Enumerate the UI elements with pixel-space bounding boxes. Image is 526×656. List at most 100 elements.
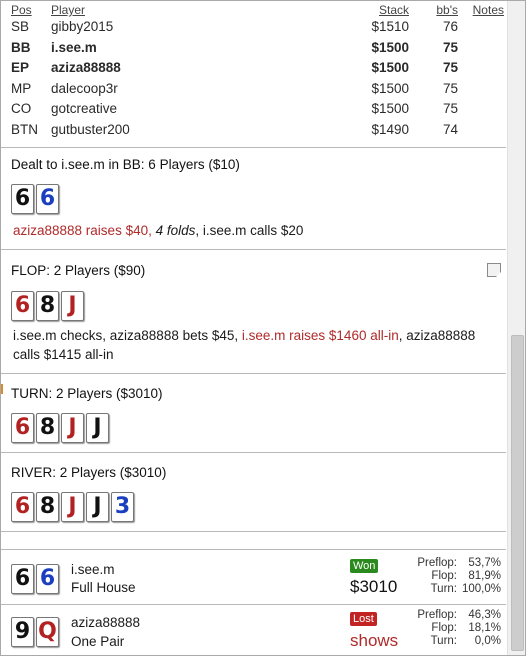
card-heart: J: [61, 413, 84, 443]
row-pos: BTN: [11, 121, 38, 137]
action-raise: aziza88888 raises $40,: [13, 223, 152, 238]
flop-title: FLOP: 2 Players ($90): [11, 263, 146, 278]
table-row[interactable]: MP dalecoop3r $1500 75: [1, 79, 506, 100]
player-table: Pos Player Stack bb's Notes SB gibby2015…: [1, 1, 506, 140]
result-amount: $3010: [350, 577, 398, 596]
card-heart: J: [61, 492, 84, 522]
river-title: RIVER: 2 Players ($3010): [11, 465, 167, 480]
flop-action: i.see.m checks, aziza88888 bets $45, i.s…: [13, 326, 483, 364]
action-raise: i.see.m raises $1460 all-in: [241, 328, 399, 343]
card-heart: 6: [11, 291, 34, 321]
header-player[interactable]: Player: [51, 3, 85, 17]
hand-content: Pos Player Stack bb's Notes SB gibby2015…: [1, 1, 506, 655]
row-pos: EP: [11, 60, 30, 75]
divider: [1, 373, 506, 374]
card-spade: 8: [36, 413, 59, 443]
stat-label: Preflop:: [417, 609, 457, 621]
hole-cards: 66: [11, 184, 59, 214]
note-icon[interactable]: [487, 263, 501, 277]
row-player: i.see.m: [51, 39, 97, 55]
result-player-name: i.see.m: [71, 562, 115, 577]
stat-value: 18,1%: [468, 622, 501, 634]
table-row[interactable]: BB i.see.m $1500 75: [1, 38, 506, 59]
table-header: Pos Player Stack bb's Notes: [1, 1, 506, 17]
card-heart: 6: [11, 492, 34, 522]
vertical-scrollbar[interactable]: [507, 1, 525, 655]
flop-cards: 68J: [11, 291, 84, 321]
header-pos[interactable]: Pos: [11, 3, 32, 17]
row-bbs: 75: [442, 101, 458, 116]
card-diamond: 6: [36, 564, 59, 594]
row-player: gibby2015: [51, 19, 114, 34]
card-spade: 8: [36, 492, 59, 522]
card-heart: J: [61, 291, 84, 321]
won-badge: Won: [350, 559, 379, 573]
turn-title: TURN: 2 Players ($3010): [11, 386, 163, 401]
row-player: aziza88888: [51, 60, 121, 75]
table-row[interactable]: SB gibby2015 $1510 76: [1, 17, 506, 38]
table-row[interactable]: CO gotcreative $1500 75: [1, 99, 506, 120]
action-text: , i.see.m calls $20: [195, 223, 304, 238]
selection-marker: [1, 384, 3, 394]
card-spade: 8: [36, 291, 59, 321]
result-amount: shows: [350, 631, 399, 650]
row-pos: CO: [11, 101, 32, 116]
divider: [1, 147, 506, 148]
turn-cards: 68JJ: [11, 413, 109, 443]
row-player: gotcreative: [51, 101, 118, 116]
stat-value: 0,0%: [474, 635, 501, 647]
divider: [1, 249, 506, 250]
preflop-action: aziza88888 raises $40, 4 folds, i.see.m …: [13, 221, 483, 240]
stat-label: Preflop:: [417, 557, 457, 569]
card-spade: 9: [11, 617, 34, 647]
lost-badge: Lost: [350, 612, 377, 626]
card-heart: 6: [11, 413, 34, 443]
header-stack[interactable]: Stack: [379, 3, 409, 17]
header-bbs[interactable]: bb's: [436, 3, 458, 17]
header-notes[interactable]: Notes: [473, 3, 504, 17]
row-stack: $1510: [371, 19, 409, 34]
stat-value: 81,9%: [468, 570, 501, 582]
divider: [1, 549, 506, 550]
row-stack: $1500: [371, 39, 409, 55]
scrollbar-thumb[interactable]: [511, 335, 524, 651]
divider: [1, 452, 506, 453]
table-row[interactable]: BTN gutbuster200 $1490 74: [1, 120, 506, 141]
equity-stats: Preflop: 46,3% Flop: 18,1% Turn: 0,0%: [406, 609, 501, 648]
stat-label: Turn:: [430, 583, 457, 595]
row-bbs: 76: [442, 19, 458, 34]
action-text: i.see.m checks, aziza88888 bets $45,: [13, 328, 242, 343]
result-hand: Full House: [71, 580, 136, 595]
result-cards: 66: [11, 564, 59, 594]
row-bbs: 75: [442, 80, 458, 96]
result-cards: 9Q: [11, 617, 59, 647]
stat-label: Flop:: [431, 622, 457, 634]
stat-value: 46,3%: [468, 609, 501, 621]
equity-stats: Preflop: 53,7% Flop: 81,9% Turn: 100,0%: [406, 557, 501, 596]
row-bbs: 75: [442, 39, 458, 55]
row-pos: MP: [11, 80, 32, 96]
row-bbs: 74: [442, 121, 458, 137]
result-hand: One Pair: [71, 634, 125, 649]
row-stack: $1500: [371, 60, 409, 75]
card-spade: 6: [11, 184, 34, 214]
card-diamond: 6: [36, 184, 59, 214]
divider: [1, 531, 506, 532]
river-cards: 68JJ3: [11, 492, 134, 522]
result-player-name: aziza88888: [71, 615, 141, 630]
card-diamond: 3: [111, 492, 134, 522]
row-pos: SB: [11, 19, 30, 34]
preflop-title: Dealt to i.see.m in BB: 6 Players ($10): [11, 157, 240, 172]
stat-label: Turn:: [430, 635, 457, 647]
card-heart: Q: [36, 617, 59, 647]
card-spade: J: [86, 492, 109, 522]
row-bbs: 75: [442, 60, 458, 75]
row-stack: $1500: [371, 101, 409, 116]
row-stack: $1500: [371, 80, 409, 96]
hand-history-panel: Pos Player Stack bb's Notes SB gibby2015…: [0, 0, 526, 656]
table-row[interactable]: EP aziza88888 $1500 75: [1, 58, 506, 79]
row-pos: BB: [11, 39, 31, 55]
stat-value: 100,0%: [461, 583, 501, 595]
action-folds: 4 folds: [155, 223, 196, 238]
divider: [1, 604, 506, 605]
